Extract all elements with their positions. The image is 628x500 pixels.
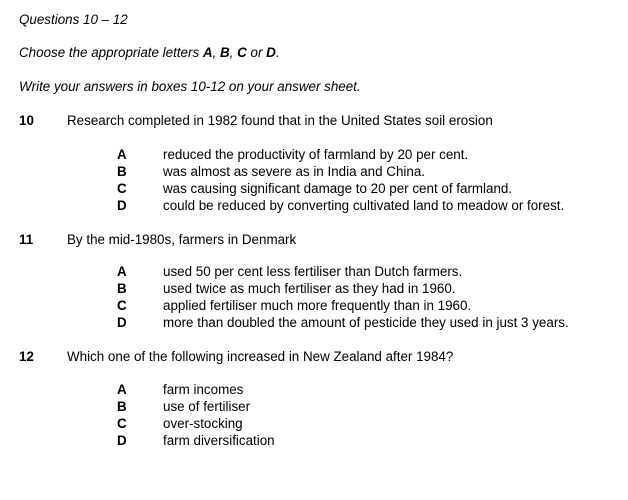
option-text: used 50 per cent less fertiliser than Du… [163, 264, 463, 279]
option-d: D more than doubled the amount of pestic… [117, 315, 569, 332]
option-c: C was causing significant damage to 20 p… [117, 181, 564, 198]
letter-c: C [237, 45, 247, 60]
option-list: A reduced the productivity of farmland b… [117, 147, 564, 215]
question-number: 11 [19, 232, 34, 247]
option-list: A used 50 per cent less fertiliser than … [117, 264, 569, 332]
option-text: farm diversification [163, 433, 275, 448]
option-text: over-stocking [163, 416, 243, 431]
instruction-suffix: . [275, 45, 280, 60]
option-a: A used 50 per cent less fertiliser than … [117, 264, 569, 281]
option-letter: D [117, 198, 127, 213]
separator: or [246, 45, 267, 60]
letter-b: B [220, 45, 230, 60]
instruction-choose: Choose the appropriate letters A, B, C o… [19, 45, 280, 61]
question-stem: Research completed in 1982 found that in… [67, 113, 493, 128]
separator: , [212, 45, 220, 60]
option-text: more than doubled the amount of pesticid… [163, 315, 569, 330]
option-text: used twice as much fertiliser as they ha… [163, 281, 456, 296]
option-letter: D [117, 315, 127, 330]
option-letter: C [117, 181, 127, 196]
option-letter: B [117, 164, 127, 179]
option-letter: C [117, 298, 127, 313]
option-b: B use of fertiliser [117, 399, 275, 416]
option-c: C applied fertiliser much more frequentl… [117, 298, 569, 315]
option-text: use of fertiliser [163, 399, 251, 414]
option-text: applied fertiliser much more frequently … [163, 298, 472, 313]
option-letter: A [117, 264, 127, 279]
question-number: 12 [19, 349, 34, 364]
option-d: D could be reduced by converting cultiva… [117, 198, 564, 215]
option-letter: B [117, 399, 127, 414]
option-letter: D [117, 433, 127, 448]
question-stem: Which one of the following increased in … [67, 349, 454, 364]
answer-instruction: Write your answers in boxes 10-12 on you… [19, 79, 361, 94]
section-title: Questions 10 – 12 [19, 12, 128, 27]
option-b: B used twice as much fertiliser as they … [117, 281, 569, 298]
instruction-prefix: Choose the appropriate letters [19, 45, 203, 60]
option-letter: B [117, 281, 127, 296]
option-text: reduced the productivity of farmland by … [163, 147, 469, 162]
option-letter: A [117, 147, 127, 162]
option-d: D farm diversification [117, 433, 275, 450]
option-b: B was almost as severe as in India and C… [117, 164, 564, 181]
question-number: 10 [19, 113, 34, 128]
option-letter: C [117, 416, 127, 431]
separator: , [229, 45, 238, 60]
letter-a: A [202, 45, 213, 60]
option-c: C over-stocking [117, 416, 275, 433]
option-text: was causing significant damage to 20 per… [163, 181, 513, 196]
option-list: A farm incomes B use of fertiliser C ove… [117, 382, 275, 450]
option-a: A farm incomes [117, 382, 275, 399]
question-stem: By the mid-1980s, farmers in Denmark [67, 232, 297, 247]
option-text: was almost as severe as in India and Chi… [163, 164, 426, 179]
option-letter: A [117, 382, 127, 397]
option-a: A reduced the productivity of farmland b… [117, 147, 564, 164]
option-text: farm incomes [163, 382, 244, 397]
option-text: could be reduced by converting cultivate… [163, 198, 565, 213]
letter-d: D [266, 45, 276, 60]
